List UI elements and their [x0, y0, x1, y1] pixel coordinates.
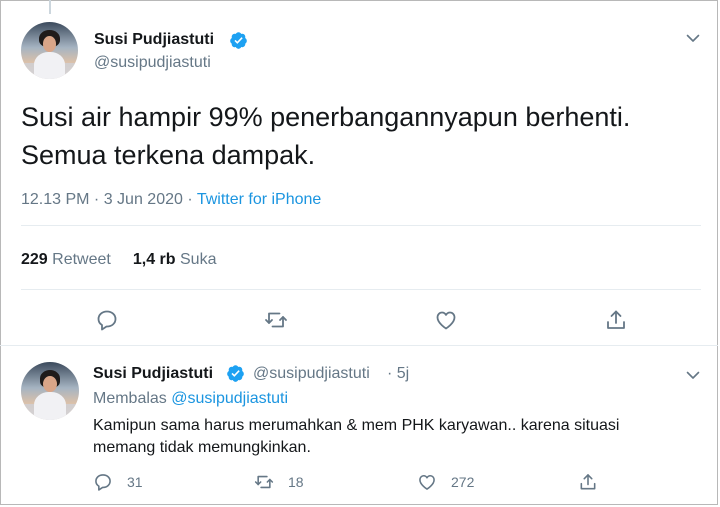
- tweet-source-link[interactable]: Twitter for iPhone: [197, 191, 322, 208]
- retweet-button[interactable]: 18: [254, 471, 304, 493]
- reply-age[interactable]: · 5j: [387, 365, 409, 383]
- reply-count: 31: [127, 474, 143, 490]
- share-icon: [580, 474, 596, 490]
- like-label: Suka: [180, 251, 217, 268]
- author-name[interactable]: Susi Pudjiastuti: [94, 31, 214, 49]
- reply-author-name[interactable]: Susi Pudjiastuti: [93, 365, 213, 383]
- heart-icon: [436, 311, 456, 330]
- retweet-icon: [254, 475, 274, 489]
- like-stat[interactable]: 1,4 rb Suka: [133, 251, 217, 268]
- retweet-count: 229: [21, 251, 48, 268]
- tweet-text: Susi air hampir 99% penerbangannyapun be…: [21, 102, 631, 170]
- retweet-label: Retweet: [52, 251, 111, 268]
- reply-button[interactable]: [95, 308, 119, 332]
- like-button[interactable]: 272: [417, 471, 474, 493]
- reply-button[interactable]: 31: [93, 471, 143, 493]
- avatar[interactable]: [21, 362, 79, 420]
- share-button[interactable]: [604, 308, 628, 332]
- reply-author-handle[interactable]: @susipudjiastuti: [253, 365, 370, 383]
- replying-mention-link[interactable]: @susipudjiastuti: [171, 390, 288, 407]
- tweet-stats: 229 Retweet 1,4 rb Suka: [21, 251, 216, 269]
- divider: [0, 345, 718, 346]
- replying-prefix: Membalas: [93, 390, 167, 407]
- reply-icon: [95, 474, 111, 491]
- tweet-meta: 12.13 PM · 3 Jun 2020 · Twitter for iPho…: [21, 191, 321, 209]
- divider: [21, 289, 701, 290]
- retweet-count: 18: [288, 474, 304, 490]
- tweet-timestamp[interactable]: 12.13 PM · 3 Jun 2020 ·: [21, 191, 197, 208]
- retweet-stat[interactable]: 229 Retweet: [21, 251, 111, 268]
- reply-text: Kamipun sama harus merumahkan & mem PHK …: [93, 417, 620, 456]
- replying-to: Membalas @susipudjiastuti: [93, 390, 288, 408]
- share-icon: [607, 310, 625, 329]
- like-button[interactable]: [434, 308, 458, 332]
- reply-icon: [97, 310, 117, 331]
- verified-badge-icon: [230, 32, 247, 49]
- divider: [21, 225, 701, 226]
- chevron-down-icon[interactable]: [685, 367, 701, 383]
- retweet-icon: [265, 312, 287, 328]
- like-count: 272: [451, 474, 475, 490]
- chevron-down-icon[interactable]: [685, 30, 701, 46]
- heart-icon: [419, 474, 435, 490]
- share-button[interactable]: [578, 471, 612, 493]
- retweet-button[interactable]: [264, 308, 288, 332]
- author-handle[interactable]: @susipudjiastuti: [94, 54, 211, 72]
- like-count: 1,4 rb: [132, 251, 176, 268]
- thread-connector-line: [49, 0, 51, 14]
- avatar[interactable]: [21, 22, 78, 79]
- verified-badge-icon: [227, 365, 244, 382]
